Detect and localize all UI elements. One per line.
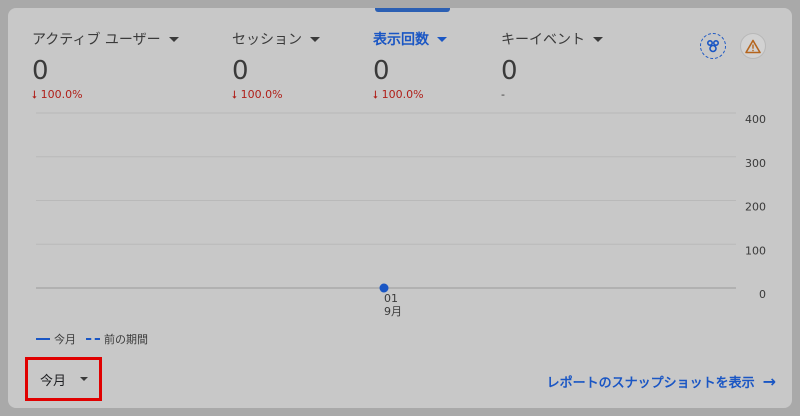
x-tick-day: 01 [384, 292, 398, 305]
legend-label-current: 今月 [54, 333, 76, 346]
legend-label-previous: 前の期間 [104, 333, 148, 346]
chevron-down-icon [80, 377, 89, 381]
y-tick-label: 0 [759, 288, 766, 301]
arrow-right-icon: → [762, 372, 776, 391]
y-tick-label: 200 [745, 201, 766, 214]
period-selector-value: 今月 [40, 373, 67, 389]
y-tick-label: 100 [745, 244, 766, 257]
view-report-link[interactable]: レポートのスナップショットを表示 → [547, 372, 776, 391]
x-tick-month: 9月 [384, 305, 402, 318]
y-tick-label: 300 [745, 157, 766, 170]
view-report-label: レポートのスナップショットを表示 [546, 376, 755, 391]
y-tick-label: 400 [745, 113, 766, 126]
chart-legend: 今月 前の期間 [36, 331, 148, 347]
period-selector[interactable]: 今月 [25, 357, 102, 401]
legend-swatch-current [36, 338, 50, 340]
line-chart: 400 300 200 100 0 019月 [36, 112, 766, 318]
legend-swatch-previous [86, 338, 100, 340]
